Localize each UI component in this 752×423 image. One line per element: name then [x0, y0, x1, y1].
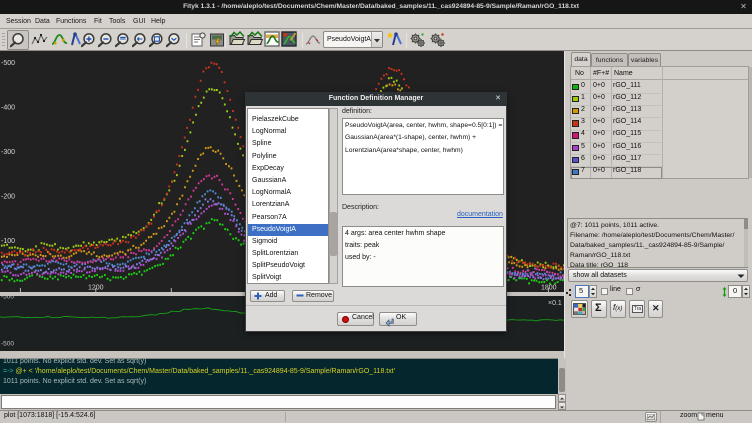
svg-text:-200: -200 [1, 194, 15, 201]
svg-text:1200: 1200 [88, 285, 104, 292]
svg-text:1800: 1800 [541, 285, 557, 292]
svg-text:-400: -400 [1, 105, 15, 112]
svg-text:-300: -300 [1, 149, 15, 156]
svg-text:-100: -100 [1, 238, 15, 245]
svg-text:-500: -500 [1, 294, 14, 301]
svg-text:-500: -500 [1, 341, 14, 348]
svg-text:×0.1: ×0.1 [548, 300, 562, 307]
svg-text:-500: -500 [1, 60, 15, 67]
